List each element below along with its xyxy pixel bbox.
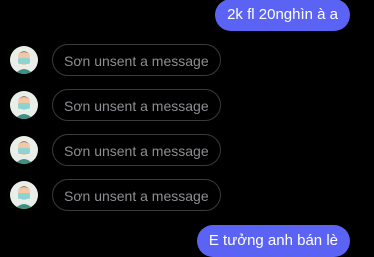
unsent-message-notice: Sơn unsent a message bbox=[52, 44, 221, 76]
unsent-message-row: Sơn unsent a message bbox=[10, 178, 221, 212]
unsent-message-notice: Sơn unsent a message bbox=[52, 179, 221, 211]
outgoing-message-bubble[interactable]: 2k fl 20nghìn à a bbox=[215, 0, 350, 31]
outgoing-message-bubble[interactable]: E tưởng anh bán lè bbox=[196, 225, 350, 257]
user-avatar-icon[interactable] bbox=[10, 46, 38, 74]
user-avatar-icon[interactable] bbox=[10, 181, 38, 209]
user-avatar-icon[interactable] bbox=[10, 136, 38, 164]
unsent-message-row: Sơn unsent a message bbox=[10, 43, 221, 77]
unsent-message-row: Sơn unsent a message bbox=[10, 88, 221, 122]
user-avatar-icon[interactable] bbox=[10, 91, 38, 119]
unsent-message-notice: Sơn unsent a message bbox=[52, 134, 221, 166]
unsent-message-row: Sơn unsent a message bbox=[10, 133, 221, 167]
unsent-message-notice: Sơn unsent a message bbox=[52, 89, 221, 121]
